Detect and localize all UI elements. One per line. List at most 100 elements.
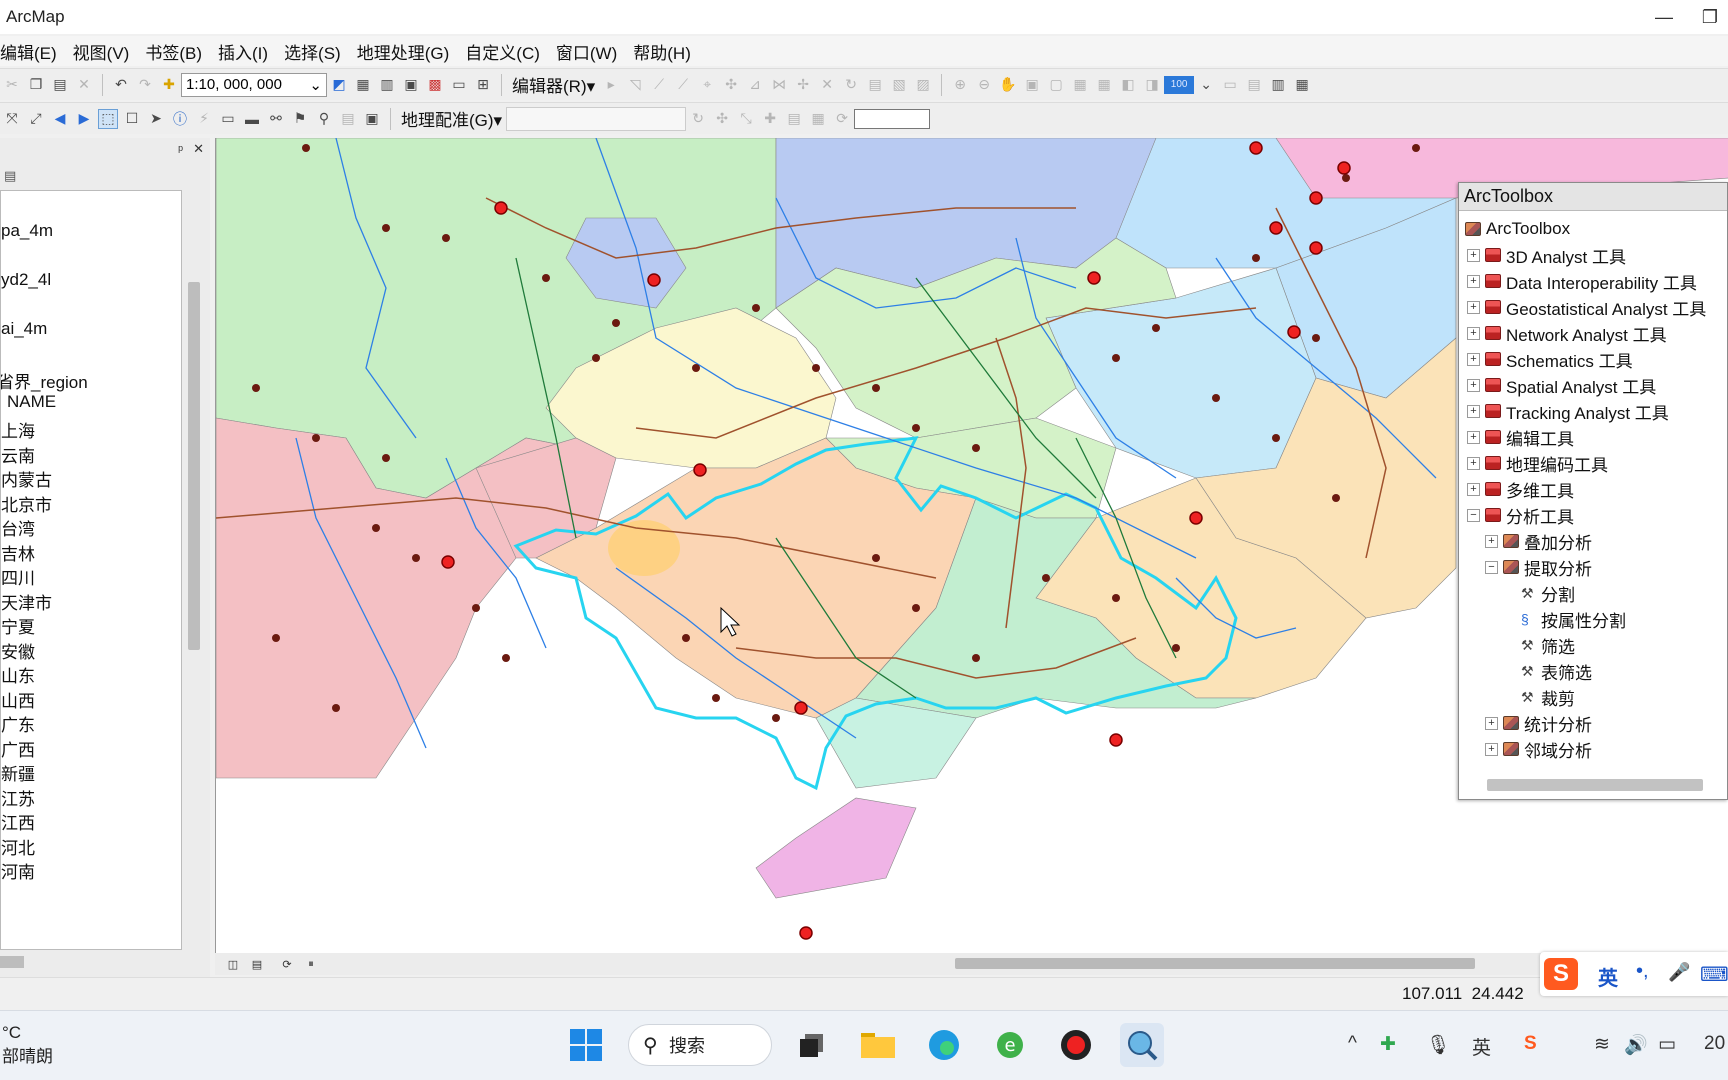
toolbox-item[interactable]: + Geostatistical Analyst 工具 (1467, 295, 1706, 319)
expand-icon[interactable]: + (1467, 456, 1480, 470)
search-window-icon[interactable]: ▣ (401, 75, 421, 95)
toolset-item[interactable]: + 统计分析 (1485, 711, 1592, 735)
tray-input-language[interactable]: 英 (1472, 1033, 1491, 1060)
reshape-icon[interactable]: ⋈ (769, 75, 789, 95)
attributes-icon[interactable]: ▤ (865, 75, 885, 95)
auto-adjust-icon[interactable]: ▦ (808, 109, 828, 129)
start-button[interactable] (564, 1023, 608, 1067)
ime-punctuation[interactable]: •, (1636, 960, 1649, 983)
close-icon[interactable]: ✕ (193, 141, 204, 157)
chevron-down-icon[interactable]: ⌄ (1196, 75, 1216, 95)
sketch-properties-icon[interactable]: ▧ (889, 75, 909, 95)
expand-icon[interactable]: + (1467, 482, 1480, 496)
volume-icon[interactable]: 🔊 (1624, 1033, 1648, 1057)
collapse-icon[interactable]: − (1485, 560, 1498, 574)
back-arrow-icon[interactable]: ◀ (50, 109, 70, 129)
map-horizontal-scrollbar[interactable] (955, 958, 1475, 969)
toolbox-item[interactable]: + Spatial Analyst 工具 (1467, 373, 1656, 397)
find-route-icon[interactable]: ⚑ (290, 109, 310, 129)
menu-windows[interactable]: 窗口(W) (556, 39, 617, 64)
data-view-button[interactable]: ◫ (225, 956, 241, 972)
layer-item[interactable]: ai_4m (1, 319, 47, 339)
arctoolbox-icon[interactable]: ▩ (425, 75, 445, 95)
toggle-draft-mode-icon[interactable]: ▭ (1220, 75, 1240, 95)
menu-edit[interactable]: 编辑(E) (0, 39, 57, 64)
change-layout-icon[interactable]: ▥ (1268, 75, 1288, 95)
microphone-icon[interactable]: 🎤 (1668, 962, 1690, 983)
layer-item[interactable]: pa_4m (1, 221, 53, 241)
taskbar-search[interactable]: ⚲ 搜索 (628, 1024, 772, 1066)
split-icon[interactable]: ✕ (817, 75, 837, 95)
fixed-extent-icon[interactable]: ⤢ (26, 109, 46, 129)
tray-app-icon[interactable]: ✚ (1380, 1033, 1396, 1056)
undo-icon[interactable]: ↶ (111, 75, 131, 95)
arctoolbox-root[interactable]: ArcToolbox (1465, 217, 1570, 241)
menu-geoprocessing[interactable]: 地理处理(G) (357, 39, 450, 64)
fixed-zoom-in-icon[interactable]: ▦ (1070, 75, 1090, 95)
delete-icon[interactable]: ✕ (74, 75, 94, 95)
recorder-app[interactable] (1054, 1023, 1098, 1067)
rotate-icon[interactable]: ↻ (688, 109, 708, 129)
toolset-item[interactable]: + 叠加分析 (1485, 529, 1592, 553)
restore-button[interactable]: ❐ (1690, 4, 1728, 30)
go-to-xy-icon[interactable]: ⚲ (314, 109, 334, 129)
keyboard-icon[interactable]: ⌨ (1700, 962, 1728, 987)
toc-vertical-scrollbar[interactable] (188, 282, 200, 650)
file-explorer-app[interactable] (856, 1023, 900, 1067)
arcmap-app[interactable] (1120, 1023, 1164, 1067)
toolbox-item[interactable]: + Schematics 工具 (1467, 347, 1633, 371)
data-driven-pages-icon[interactable]: ▦ (1292, 75, 1312, 95)
layer-item[interactable]: yd2_4l (1, 270, 51, 290)
zoom-whole-page-icon[interactable]: ▣ (1022, 75, 1042, 95)
expand-icon[interactable]: + (1467, 430, 1480, 444)
toolbox-item[interactable]: + 地理编码工具 (1467, 451, 1608, 475)
trace-icon[interactable]: ⌖ (697, 75, 717, 95)
battery-icon[interactable]: ▭ (1658, 1033, 1676, 1056)
time-slider-icon[interactable]: ▤ (338, 109, 358, 129)
fixed-zoom-out-icon[interactable]: ▦ (1094, 75, 1114, 95)
toc-horizontal-scrollbar[interactable] (0, 956, 24, 968)
zoom-percent-combo[interactable]: 100 (1164, 75, 1195, 94)
toolbox-item[interactable]: + Tracking Analyst 工具 (1467, 399, 1669, 423)
forward-arrow-icon[interactable]: ▶ (74, 109, 94, 129)
edge-app[interactable] (922, 1023, 966, 1067)
identify-icon[interactable]: ⓘ (170, 109, 190, 129)
sogou-tray-icon[interactable]: S (1524, 1033, 1537, 1055)
menu-selection[interactable]: 选择(S) (284, 39, 341, 64)
endpoint-arc-icon[interactable]: ⟋ (673, 75, 693, 95)
redo-icon[interactable]: ↷ (135, 75, 155, 95)
cut-icon[interactable]: ✂ (2, 75, 22, 95)
edit-vertices-icon[interactable]: ⊿ (745, 75, 765, 95)
toolbox-horizontal-scrollbar[interactable] (1487, 779, 1703, 791)
clock[interactable]: 20 (1704, 1033, 1725, 1055)
menu-view[interactable]: 视图(V) (73, 39, 130, 64)
hyperlink-icon[interactable]: ⚡ (194, 109, 214, 129)
zoom-100-icon[interactable]: ▢ (1046, 75, 1066, 95)
straight-segment-icon[interactable]: ⟋ (649, 75, 669, 95)
cut-polygons-icon[interactable]: ✢ (793, 75, 813, 95)
georef-layer-combo[interactable] (506, 106, 687, 131)
go-forward-extent-icon[interactable]: ◨ (1142, 75, 1162, 95)
sogou-logo[interactable]: S (1544, 958, 1578, 990)
point-icon[interactable]: ✣ (721, 75, 741, 95)
refresh-icon[interactable]: ⟳ (832, 109, 852, 129)
focus-data-frame-icon[interactable]: ▤ (1244, 75, 1264, 95)
add-data-icon[interactable]: ✚ (159, 75, 179, 95)
link-table-icon[interactable]: ▤ (784, 109, 804, 129)
layer-item[interactable]: 省界_region (1, 368, 88, 393)
toolbox-item[interactable]: + 多维工具 (1467, 477, 1574, 501)
html-popup-icon[interactable]: ▭ (218, 109, 238, 129)
python-icon[interactable]: ▭ (449, 75, 469, 95)
toolbox-item[interactable]: + Network Analyst 工具 (1467, 321, 1667, 345)
pause-drawing-button[interactable]: ⏸ (303, 956, 319, 972)
create-viewer-icon[interactable]: ▣ (362, 109, 382, 129)
toolbox-item[interactable]: +3D Analyst 工具 (1467, 243, 1626, 267)
toc-list-by-drawing-icon[interactable]: ▤ (0, 168, 200, 188)
layout-zoom-in-icon[interactable]: ⊕ (950, 75, 970, 95)
measure-icon[interactable]: ▬ (242, 109, 262, 129)
paste-icon[interactable]: ▤ (50, 75, 70, 95)
collapse-icon[interactable]: − (1467, 508, 1480, 522)
shift-icon[interactable]: ✣ (712, 109, 732, 129)
refresh-view-button[interactable]: ⟳ (279, 956, 295, 972)
expand-icon[interactable]: + (1467, 274, 1480, 288)
